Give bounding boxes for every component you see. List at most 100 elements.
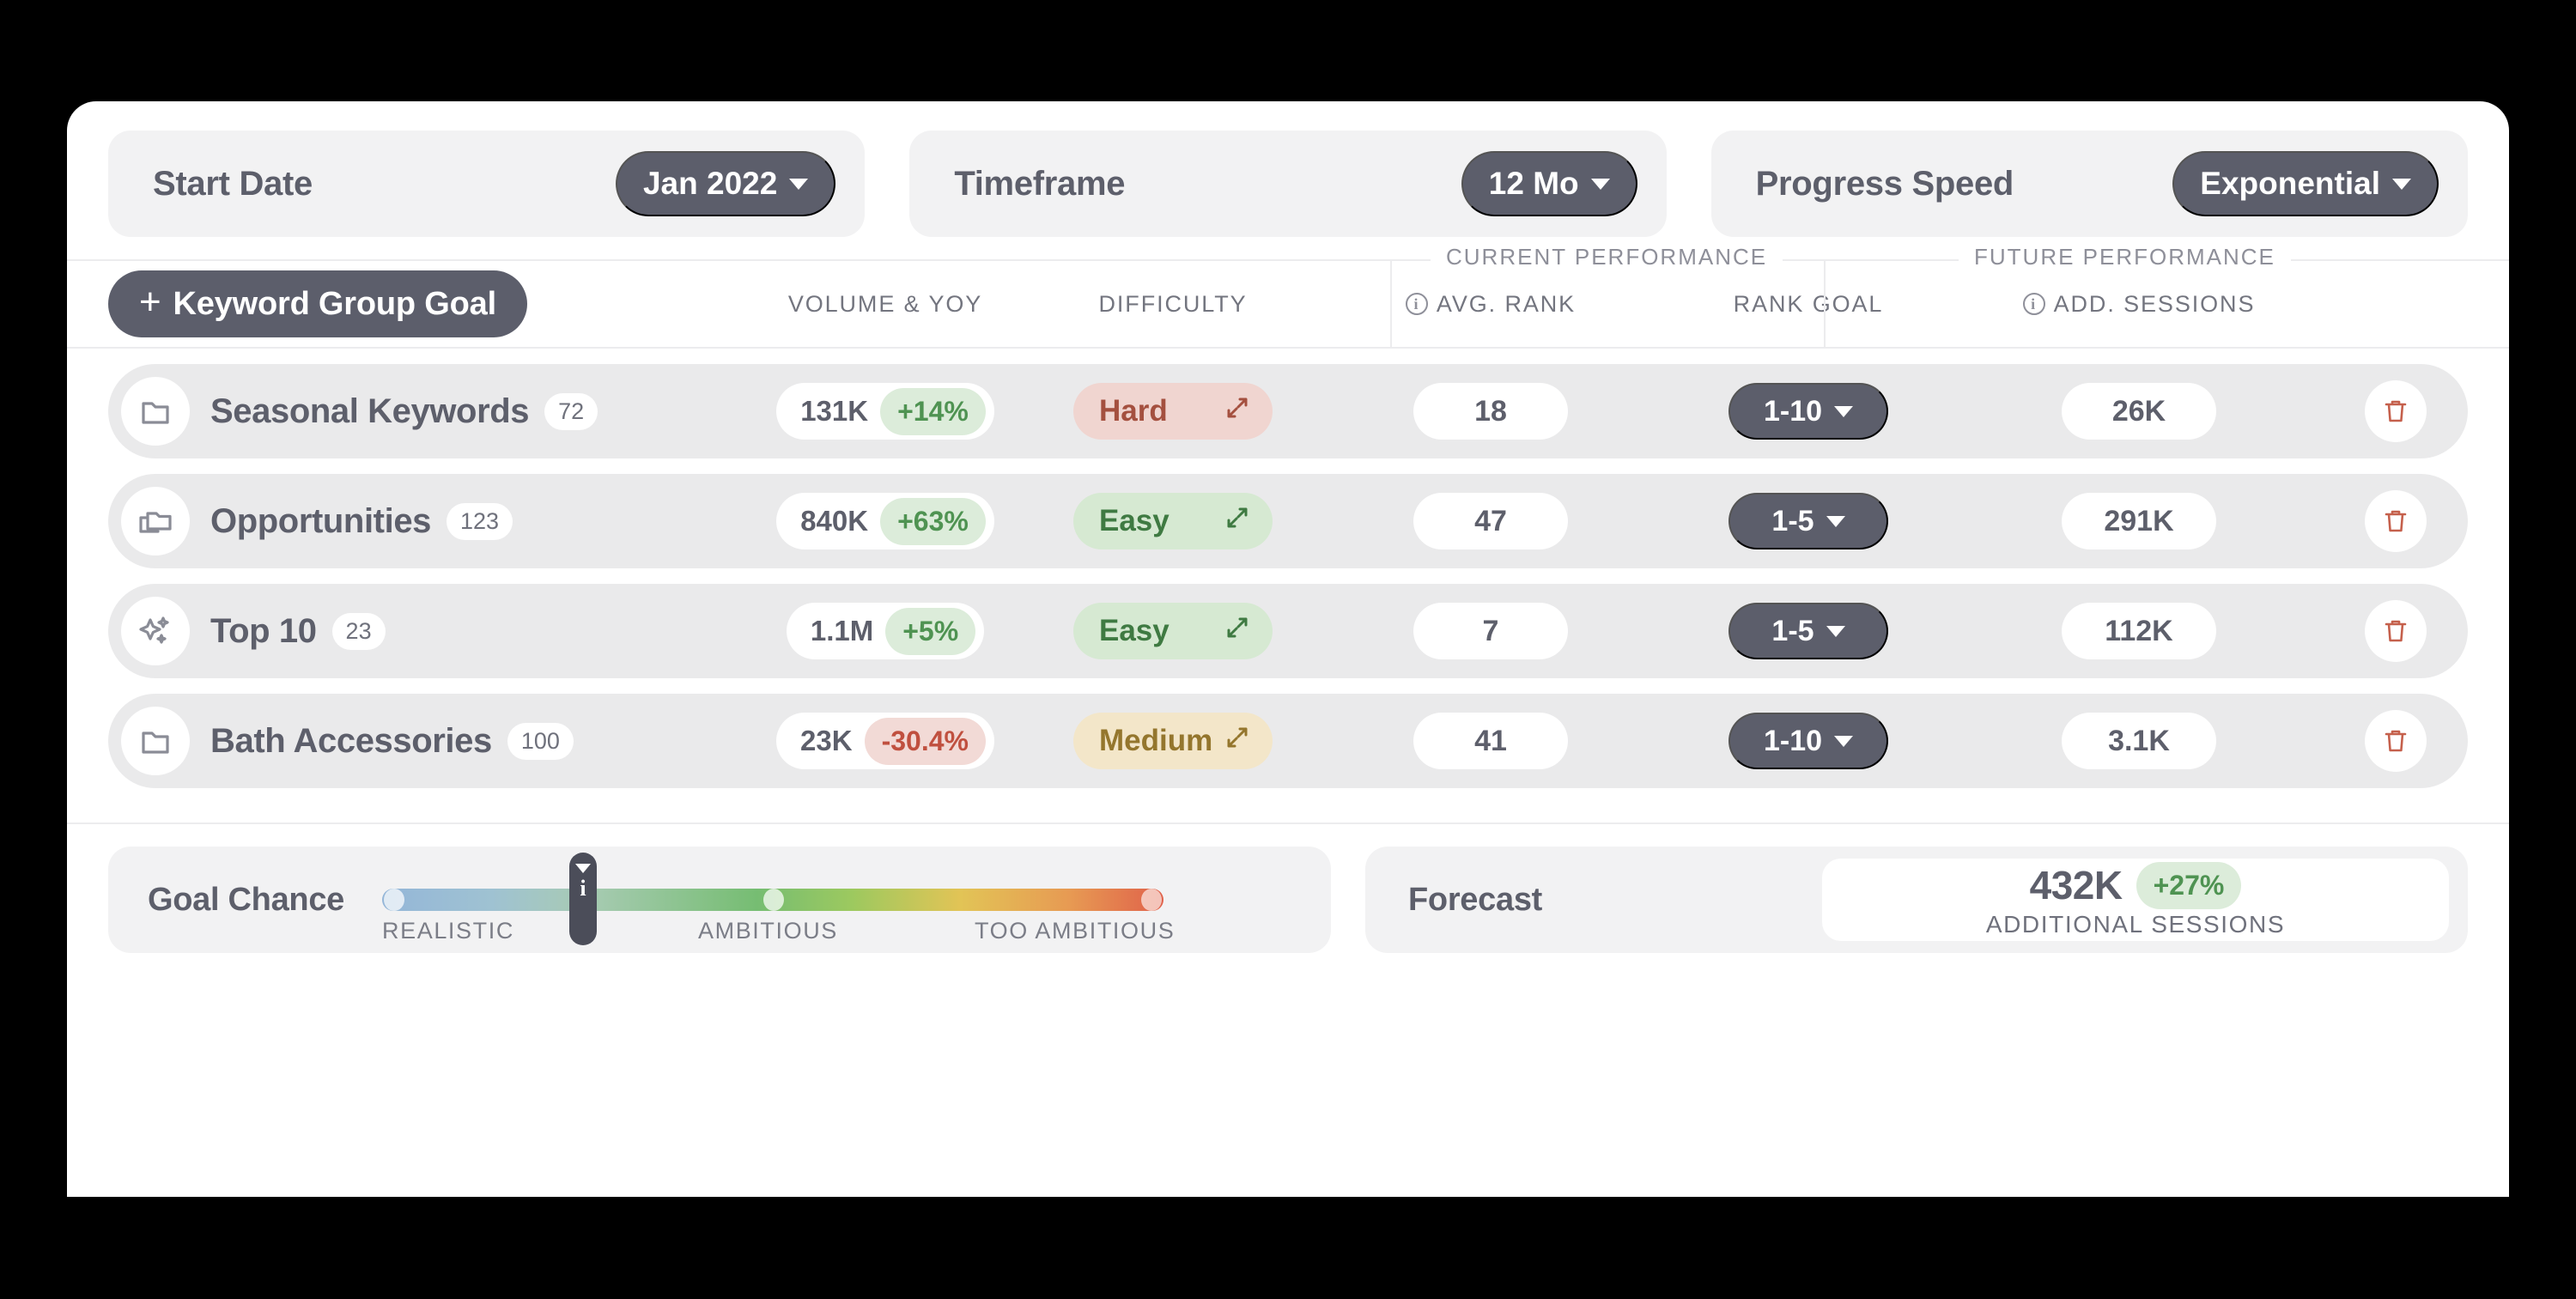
forecast-label: Forecast [1408,881,1543,918]
table-row[interactable]: Seasonal Keywords 72 131K +14% Hard 18 1-10 26K [108,364,2468,458]
volume-value: 1.1M [810,615,874,646]
info-icon[interactable]: i [1405,293,1428,315]
scale-label-realistic: REALISTIC [382,918,514,944]
add-sessions-value: 26K [2062,383,2216,440]
sparkles-icon [121,597,190,665]
chevron-down-icon [1834,735,1854,747]
goal-chance-label: Goal Chance [148,881,344,918]
header-divider-current [1390,261,1392,349]
progress-speed-dropdown[interactable]: Exponential [2172,151,2439,216]
timeframe-control: Timeframe 12 Mo [909,131,1667,237]
group-name: Top 10 [210,611,317,650]
volume-pill[interactable]: 840K +63% [776,493,994,549]
expand-icon[interactable] [1223,393,1252,430]
table-header: CURRENT PERFORMANCE FUTURE PERFORMANCE +… [67,244,2509,349]
folders-icon [121,487,190,555]
rank-goal-dropdown[interactable]: 1-10 [1728,713,1888,769]
keyword-group-list: Seasonal Keywords 72 131K +14% Hard 18 1-10 26K… [67,349,2509,812]
rank-goal-value: 1-5 [1771,504,1814,537]
progress-speed-label: Progress Speed [1755,164,2014,203]
group-name: Bath Accessories [210,721,492,760]
progress-speed-control: Progress Speed Exponential [1710,131,2468,237]
delete-row-button[interactable] [2365,380,2427,442]
avg-rank-value: 7 [1413,603,1568,659]
info-icon: i [580,876,586,901]
yoy-delta: -30.4% [864,717,986,765]
progress-speed-value: Exponential [2200,166,2380,201]
chevron-down-icon [1834,405,1854,417]
volume-value: 840K [800,505,869,537]
expand-icon[interactable] [1223,613,1252,650]
difficulty-pill[interactable]: Easy [1073,603,1273,659]
timeframe-dropdown[interactable]: 12 Mo [1461,151,1637,216]
rank-goal-dropdown[interactable]: 1-5 [1728,493,1888,549]
header-cell-avg-rank: i AVG. RANK [1319,291,1662,318]
avg-rank-value: 41 [1413,713,1568,769]
delete-row-button[interactable] [2365,600,2427,662]
header-cell-rank-goal: RANK GOAL [1733,290,1884,317]
forecast-value-box: 432K +27% ADDITIONAL SESSIONS [1822,859,2449,941]
forecast-card: Start Date Jan 2022 Timeframe 12 Mo Prog… [67,101,2509,1197]
chevron-down-icon [1826,515,1845,527]
chevron-down-icon [2391,178,2411,190]
volume-pill[interactable]: 1.1M +5% [786,603,985,659]
expand-icon[interactable] [1223,723,1252,760]
forecast-panel: Forecast 432K +27% ADDITIONAL SESSIONS [1365,847,2468,953]
delete-row-button[interactable] [2365,710,2427,772]
group-name: Seasonal Keywords [210,392,530,430]
yoy-delta: +63% [880,497,986,545]
difficulty-label: Medium [1099,724,1213,757]
info-icon[interactable]: i [2022,293,2045,315]
difficulty-pill[interactable]: Easy [1073,493,1273,549]
start-date-dropdown[interactable]: Jan 2022 [615,151,836,216]
header-bottom-divider [67,347,2509,349]
volume-pill[interactable]: 23K -30.4% [776,713,994,769]
timeframe-value: 12 Mo [1488,166,1579,201]
caret-down-icon [575,864,591,873]
rank-goal-value: 1-10 [1763,724,1823,757]
chevron-down-icon [1826,625,1845,637]
table-row[interactable]: Top 10 23 1.1M +5% Easy 7 1-5 112K [108,584,2468,678]
group-name: Opportunities [210,501,432,540]
rank-goal-dropdown[interactable]: 1-10 [1728,383,1888,440]
volume-value: 131K [800,395,869,427]
header-cell-name: + Keyword Group Goal [108,270,744,337]
keyword-count-badge: 100 [507,722,574,760]
difficulty-label: Hard [1099,394,1168,428]
header-add-sessions-label: ADD. SESSIONS [2053,290,2256,317]
scale-label-ambitious: AMBITIOUS [698,918,838,944]
yoy-delta: +14% [880,387,986,435]
control-bar: Start Date Jan 2022 Timeframe 12 Mo Prog… [67,101,2509,259]
slider-marker-ambitious [763,889,784,911]
difficulty-label: Easy [1099,504,1170,537]
slider-marker-too-ambitious [1141,889,1162,911]
folder-icon [121,707,190,775]
start-date-value: Jan 2022 [642,166,778,201]
add-sessions-value: 112K [2062,603,2216,659]
volume-pill[interactable]: 131K +14% [776,383,994,440]
slider-marker-realistic [384,889,404,911]
goal-chance-slider[interactable]: i REALISTIC AMBITIOUS TOO AMBITIOUS [382,853,1174,945]
footer-bar: Goal Chance i REALISTIC AMBITIOUS TOO AM… [67,824,2509,953]
rank-goal-dropdown[interactable]: 1-5 [1728,603,1888,659]
add-keyword-group-goal-button[interactable]: + Keyword Group Goal [108,270,527,337]
forecast-delta: +27% [2136,861,2242,909]
table-row[interactable]: Bath Accessories 100 23K -30.4% Medium 41 1-10… [108,694,2468,788]
plus-icon: + [139,281,161,323]
volume-value: 23K [800,725,853,756]
keyword-count-badge: 72 [544,392,598,430]
header-cell-add-sessions: i ADD. SESSIONS [1954,291,2324,318]
timeframe-label: Timeframe [954,164,1126,203]
folder-icon [121,377,190,446]
add-button-label: Keyword Group Goal [173,285,497,322]
table-row[interactable]: Opportunities 123 840K +63% Easy 47 1-5 291K [108,474,2468,568]
avg-rank-value: 47 [1413,493,1568,549]
scale-label-too-ambitious: TOO AMBITIOUS [975,918,1176,944]
forecast-value: 432K [2029,863,2123,907]
difficulty-pill[interactable]: Hard [1073,383,1273,440]
expand-icon[interactable] [1223,503,1252,540]
yoy-delta: +5% [885,607,976,655]
difficulty-pill[interactable]: Medium [1073,713,1273,769]
delete-row-button[interactable] [2365,490,2427,552]
header-avg-rank-label: AVG. RANK [1436,290,1577,317]
